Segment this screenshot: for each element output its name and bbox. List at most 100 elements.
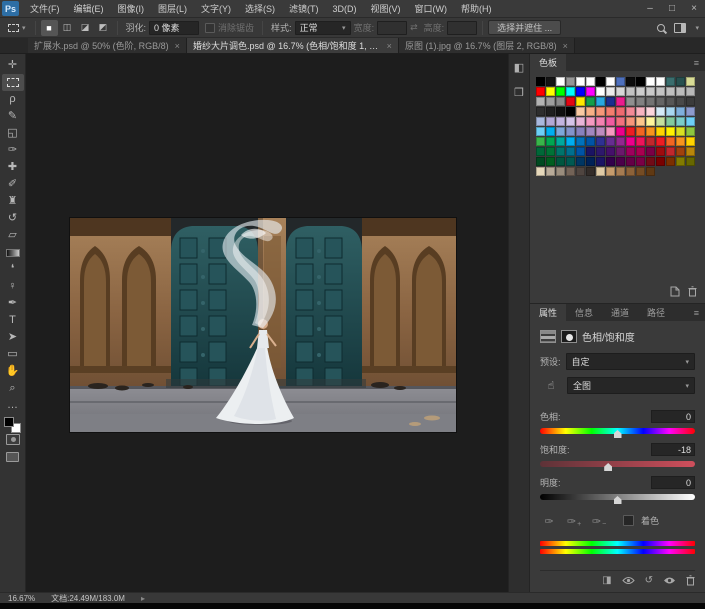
subtract-selection-button[interactable]: ◪	[77, 20, 94, 36]
canvas-image[interactable]	[70, 218, 456, 432]
slider-track[interactable]	[540, 428, 695, 434]
swatch[interactable]	[626, 97, 635, 106]
style-select[interactable]: 正常 ▾	[295, 21, 351, 35]
swatch[interactable]	[596, 127, 605, 136]
swatch[interactable]	[546, 147, 555, 156]
swatch[interactable]	[616, 137, 625, 146]
swatch[interactable]	[686, 127, 695, 136]
swatch[interactable]	[606, 97, 615, 106]
swatch[interactable]	[536, 147, 545, 156]
swatch[interactable]	[546, 117, 555, 126]
tab-close-icon[interactable]: ×	[563, 41, 568, 51]
swatch[interactable]	[536, 117, 545, 126]
eyedropper-tool[interactable]: ✑	[2, 142, 24, 159]
swatch[interactable]	[536, 127, 545, 136]
swatch[interactable]	[616, 77, 625, 86]
swatch[interactable]	[666, 147, 675, 156]
tool-preset-picker[interactable]: ▾	[4, 24, 30, 32]
swatch[interactable]	[676, 97, 685, 106]
canvas-area[interactable]	[26, 54, 508, 592]
swatch[interactable]	[576, 157, 585, 166]
swatch[interactable]	[556, 147, 565, 156]
swatch[interactable]	[646, 147, 655, 156]
swatch[interactable]	[676, 117, 685, 126]
swatch[interactable]	[666, 137, 675, 146]
menu-item[interactable]: 文字(Y)	[194, 2, 238, 15]
panel-menu-icon[interactable]: ≡	[688, 54, 705, 71]
swatch[interactable]	[606, 147, 615, 156]
swatch[interactable]	[576, 97, 585, 106]
new-swatch-button[interactable]	[670, 286, 680, 297]
swatch[interactable]	[556, 127, 565, 136]
swatch[interactable]	[656, 87, 665, 96]
swatch[interactable]	[636, 117, 645, 126]
swatch[interactable]	[536, 167, 545, 176]
app-logo-icon[interactable]: Ps	[2, 1, 19, 16]
maximize-button[interactable]: □	[661, 3, 683, 14]
foreground-color[interactable]	[4, 417, 14, 427]
blur-tool[interactable]: ❛	[2, 261, 24, 278]
swatch[interactable]	[596, 77, 605, 86]
swatch[interactable]	[656, 117, 665, 126]
quick-mask-button[interactable]	[2, 431, 24, 448]
menu-item[interactable]: 窗口(W)	[408, 2, 455, 15]
swatch[interactable]	[656, 107, 665, 116]
swatch[interactable]	[686, 147, 695, 156]
swatch[interactable]	[626, 137, 635, 146]
slider-thumb[interactable]	[614, 496, 622, 504]
swatch[interactable]	[666, 97, 675, 106]
edit-toolbar-button[interactable]: …	[2, 397, 24, 414]
lasso-tool[interactable]: ρ	[2, 91, 24, 108]
swatch[interactable]	[566, 77, 575, 86]
swatch[interactable]	[666, 77, 675, 86]
chevron-down-icon[interactable]: ▾	[695, 24, 699, 32]
slider-thumb[interactable]	[614, 430, 622, 438]
swatch[interactable]	[576, 117, 585, 126]
swatch[interactable]	[586, 77, 595, 86]
swatch[interactable]	[616, 147, 625, 156]
swatch[interactable]	[586, 137, 595, 146]
swatch[interactable]	[556, 117, 565, 126]
swatch[interactable]	[546, 107, 555, 116]
tab-properties-active[interactable]: 属性	[530, 304, 566, 321]
swatch[interactable]	[536, 137, 545, 146]
swatch[interactable]	[656, 137, 665, 146]
swatch[interactable]	[566, 87, 575, 96]
swatch[interactable]	[626, 127, 635, 136]
zoom-tool[interactable]: ⌕	[2, 380, 24, 397]
targeted-adjustment-icon[interactable]: ☝	[540, 377, 562, 394]
swatch[interactable]	[676, 107, 685, 116]
swatch[interactable]	[616, 97, 625, 106]
swatch[interactable]	[656, 127, 665, 136]
swatch[interactable]	[636, 137, 645, 146]
menu-item[interactable]: 选择(S)	[238, 2, 282, 15]
swatch[interactable]	[546, 97, 555, 106]
swatch[interactable]	[606, 137, 615, 146]
swatch[interactable]	[676, 157, 685, 166]
swatch[interactable]	[606, 117, 615, 126]
swatch[interactable]	[546, 137, 555, 146]
eyedropper-subtract-button[interactable]: ✑−	[590, 513, 608, 528]
swatch[interactable]	[676, 127, 685, 136]
swatch[interactable]	[576, 167, 585, 176]
menu-item[interactable]: 编辑(E)	[67, 2, 111, 15]
foreground-background-colors[interactable]	[2, 414, 24, 431]
swatch[interactable]	[626, 117, 635, 126]
slider-value-input[interactable]: 0	[651, 410, 695, 423]
menu-item[interactable]: 视图(V)	[364, 2, 408, 15]
menu-item[interactable]: 滤镜(T)	[282, 2, 326, 15]
swatch[interactable]	[566, 127, 575, 136]
swatch[interactable]	[616, 167, 625, 176]
path-selection-tool[interactable]: ➤	[2, 329, 24, 346]
swatch[interactable]	[536, 77, 545, 86]
swatch[interactable]	[596, 147, 605, 156]
swatch[interactable]	[616, 127, 625, 136]
tab-close-icon[interactable]: ×	[387, 41, 392, 51]
swatch[interactable]	[686, 107, 695, 116]
swatch[interactable]	[656, 97, 665, 106]
eyedropper-add-button[interactable]: ✑+	[565, 513, 583, 528]
document-tab[interactable]: 原图 (1).jpg @ 16.7% (图层 2, RGB/8)×	[399, 38, 575, 53]
swatch[interactable]	[636, 167, 645, 176]
menu-item[interactable]: 图层(L)	[151, 2, 194, 15]
document-tab[interactable]: 婚纱大片调色.psd @ 16.7% (色相/饱和度 1, 图层蒙版/8) *×	[187, 38, 399, 53]
